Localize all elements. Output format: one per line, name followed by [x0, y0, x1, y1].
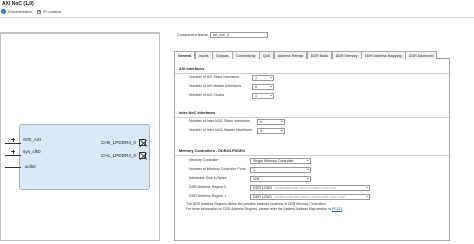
divider	[0, 17, 474, 18]
component-name-row: Component Name axi_noc_0	[177, 32, 268, 38]
info-icon: i	[1, 9, 6, 14]
ddr-region-1-select[interactable]: DDR LOW1 0x0000 0008 0000 0000 to 0x0000 …	[250, 193, 370, 200]
pg313-link[interactable]: PG313	[332, 207, 343, 211]
section-rule	[175, 117, 451, 118]
component-name-label: Component Name	[177, 33, 208, 37]
tab-outputs[interactable]: Outputs	[212, 51, 233, 59]
chevron-down-icon	[306, 178, 309, 180]
chevron-down-icon	[280, 121, 283, 123]
port-label: aclk0	[25, 164, 36, 169]
select-value: Single Memory Controller	[253, 158, 294, 163]
tab-inputs[interactable]: Inputs	[194, 51, 213, 59]
ddr-region-0-select[interactable]: DDR LOW0 0x00000000 0000 0000 to 0x0000 7…	[250, 184, 370, 191]
expand-icon[interactable]	[11, 149, 15, 154]
diagram-rule	[1, 33, 159, 34]
mc-port-count-select[interactable]: 1	[250, 166, 311, 173]
section-rule	[175, 155, 451, 156]
select-value: 0	[260, 119, 262, 124]
chevron-down-icon	[280, 130, 283, 132]
field-label: Interleave Size in Bytes	[189, 176, 227, 180]
port-label: CH0_LPDDR4_0	[101, 140, 136, 145]
help-note-text: For more information on DDR Address Regi…	[186, 207, 331, 211]
section-heading: Memory Controllers - DDR4/LPDDR4	[179, 149, 245, 153]
inter-noc-slave-count-select[interactable]: 0	[257, 118, 285, 125]
documentation-link[interactable]: i Documentation	[1, 9, 32, 14]
tab-connectivity[interactable]: Connectivity	[232, 51, 260, 59]
field-label: Number of Memory Controller Ports	[189, 167, 246, 171]
ip-location-link[interactable]: IP Location	[37, 9, 62, 14]
chevron-down-icon	[269, 77, 272, 79]
field-label: DDR Address Region 0	[189, 185, 227, 189]
tab-qos[interactable]: QoS	[258, 51, 275, 59]
select-value: 1	[255, 75, 257, 80]
folder-icon	[37, 9, 42, 14]
section-heading: Inter-NoC Interfaces	[179, 111, 216, 115]
port-label: sys_clk0	[23, 149, 41, 154]
select-value: DDR LOW0	[253, 185, 272, 190]
port-aclk0[interactable]: aclk0	[25, 164, 36, 169]
chevron-down-icon	[365, 187, 368, 189]
tab-general[interactable]: General	[174, 51, 196, 59]
field-label: Memory Controller	[189, 158, 219, 162]
select-value: DDR LOW1	[253, 194, 272, 199]
port-label: CH1_LPDDR4_0	[101, 153, 136, 158]
interface-port-icon	[138, 139, 146, 146]
field-label: Number of AXI Slave Interfaces	[189, 75, 240, 79]
config-panel: Component Name axi_noc_0 General Inputs …	[173, 32, 474, 241]
port-wire	[5, 155, 21, 156]
memory-controller-select[interactable]: Single Memory Controller	[250, 157, 311, 164]
general-tab-content: AXI Interfaces Number of AXI Slave Inter…	[174, 59, 451, 241]
port-s00-axi[interactable]: S00_AXI	[11, 137, 41, 142]
chevron-down-icon	[269, 95, 272, 97]
interleave-size-select[interactable]: 128	[250, 175, 311, 182]
address-range: 0x0000 0008 0000 0000 to 0x0000 000F FFF…	[274, 194, 346, 199]
chevron-down-icon	[365, 196, 368, 198]
field-label: Number of Inter-NOC Slave Interfaces	[189, 119, 250, 123]
inter-noc-master-count-select[interactable]: 0	[257, 127, 285, 134]
interface-port-icon	[138, 152, 146, 159]
select-value: 1	[253, 167, 255, 172]
select-value: 0	[260, 128, 262, 133]
port-label: S00_AXI	[23, 137, 42, 142]
field-label: Number of Inter-NOC Master Interfaces	[189, 128, 252, 132]
field-label: Number of AXI Clocks	[189, 93, 225, 97]
port-wire	[5, 167, 21, 168]
select-value: 128	[253, 176, 259, 181]
axi-slave-count-select[interactable]: 1	[252, 74, 274, 81]
field-label: DDR Address Region 1	[189, 194, 227, 198]
select-value: 1	[255, 93, 257, 98]
block-diagram[interactable]: S00_AXI sys_clk0 aclk0 CH0_LPDDR4_0 CH1_…	[0, 32, 160, 241]
tab-ddr-memory[interactable]: DDR Memory	[331, 51, 362, 59]
address-range: 0x00000000 0000 0000 to 0x0000 7FFF FFFF	[274, 185, 337, 190]
section-rule	[175, 73, 451, 74]
port-ch1-lpddr4[interactable]: CH1_LPDDR4_0	[101, 152, 146, 159]
chevron-down-icon	[306, 169, 309, 171]
tab-address-remap[interactable]: Address Remap	[273, 51, 308, 59]
help-note: For more information on DDR Address Regi…	[186, 207, 342, 211]
section-heading: AXI Interfaces	[179, 67, 205, 71]
tab-ddr-basic[interactable]: DDR Basic	[306, 51, 333, 59]
axi-clock-count-select[interactable]: 1	[252, 92, 274, 99]
help-note: The DDR Address Regions define the possi…	[186, 202, 326, 206]
chevron-down-icon	[269, 86, 272, 88]
port-wire	[5, 143, 21, 144]
toolbar: i Documentation IP Location	[0, 7, 474, 16]
expand-icon[interactable]	[11, 137, 15, 142]
tab-bar: General Inputs Outputs Connectivity QoS …	[174, 51, 450, 59]
port-ch0-lpddr4[interactable]: CH0_LPDDR4_0	[101, 139, 146, 146]
tab-ddr-address-mapping[interactable]: DDR Address Mapping	[360, 51, 406, 59]
chevron-down-icon	[306, 160, 309, 162]
component-name-input[interactable]: axi_noc_0	[209, 32, 268, 38]
field-label: Number of AXI Master Interfaces	[189, 84, 242, 88]
select-value: 0	[255, 84, 257, 89]
axi-master-count-select[interactable]: 0	[252, 83, 274, 90]
tab-ddr-advanced[interactable]: DDR Advanced	[404, 51, 438, 59]
documentation-label: Documentation	[8, 9, 33, 14]
ip-location-label: IP Location	[43, 9, 62, 14]
port-sys-clk0[interactable]: sys_clk0	[11, 149, 41, 154]
